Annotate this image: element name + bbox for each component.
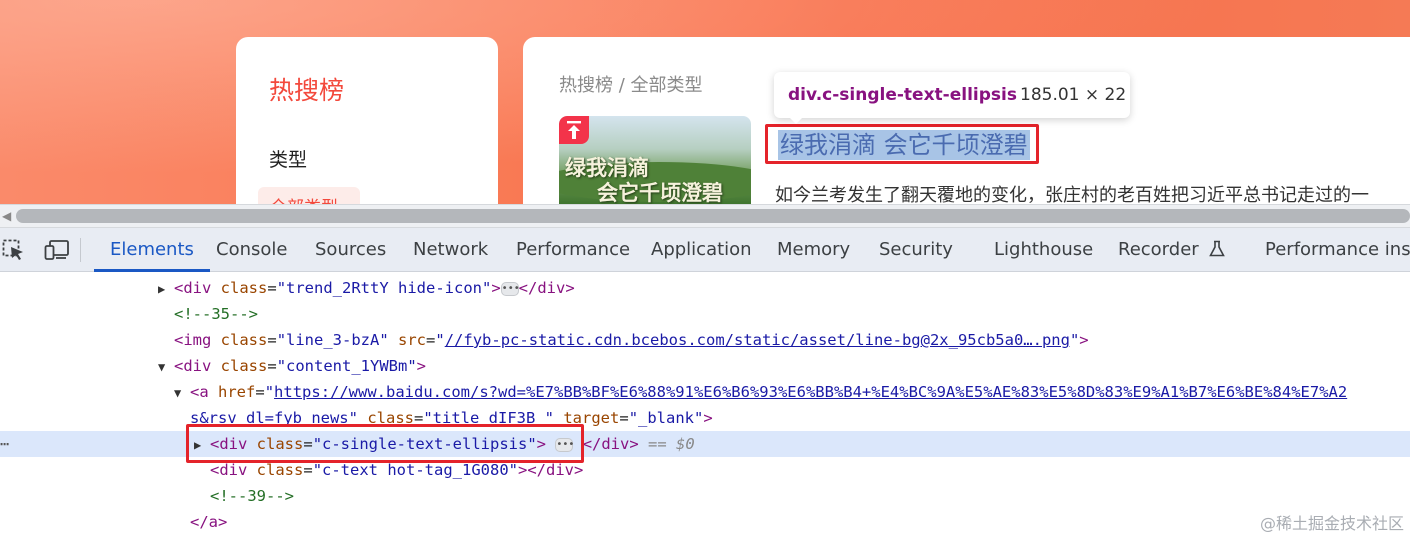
type-filter-all[interactable]: 全部类型	[258, 187, 360, 204]
dom-node-img[interactable]: <img class="line_3-bzA" src="//fyb-pc-st…	[0, 327, 1410, 353]
attr-name: href	[218, 383, 256, 401]
dom-node-anchor-end[interactable]: </a>	[0, 509, 1410, 535]
dom-highlight-box	[186, 424, 584, 463]
hot-list-card: 热搜榜 / 全部类型 绿我涓滴 会它千顷澄碧 绿我涓滴 会它千顷澄碧 如今兰考发…	[523, 37, 1410, 204]
tag-close: >	[518, 461, 528, 479]
tab-recorder-label: Recorder	[1118, 239, 1199, 260]
tag-close: >	[703, 409, 713, 427]
tooltip-element-size: 185.01 × 22	[1020, 85, 1127, 105]
attr-name: class	[220, 357, 268, 375]
tag-open: <a	[190, 383, 209, 401]
watermark: @稀土掘金技术社区	[1259, 514, 1404, 533]
tag-end: </div>	[527, 461, 584, 479]
tag-end: </div>	[582, 435, 639, 453]
inspected-element-highlight: 绿我涓滴 会它千顷澄碧	[765, 124, 1039, 164]
tab-memory[interactable]: Memory	[777, 228, 850, 272]
dom-comment-35[interactable]: <!--35-->	[0, 301, 1410, 327]
tab-recorder[interactable]: Recorder	[1118, 228, 1226, 272]
sidebar-title: 热搜榜	[269, 76, 345, 105]
type-label: 类型	[269, 149, 308, 171]
tab-application[interactable]: Application	[651, 228, 752, 272]
more-options-icon[interactable]: ⋯	[0, 431, 9, 457]
cut-off-line	[0, 272, 1410, 274]
expand-triangle-icon[interactable]: ▶	[158, 276, 174, 302]
dom-comment-39[interactable]: <!--39-->	[0, 483, 1410, 509]
collapsed-children-icon[interactable]: •••	[500, 281, 520, 296]
attr-value: "content_1YWBm"	[276, 357, 417, 375]
flask-icon	[1209, 240, 1226, 257]
tag-open: <img	[174, 331, 212, 349]
attr-name: src	[398, 331, 427, 349]
dom-node-anchor[interactable]: ▼ <a href="https://www.baidu.com/s?wd=%E7…	[0, 379, 1410, 405]
comment-text: <!--35-->	[174, 305, 258, 323]
console-ref-marker: == $0	[648, 435, 695, 453]
page-viewport: 热搜榜 类型 全部类型 热搜榜 / 全部类型 绿我涓滴 会它千顷澄碧 绿我涓滴 …	[0, 0, 1410, 204]
toolbar-divider	[80, 238, 81, 262]
tag-open: <div	[210, 461, 248, 479]
page-horizontal-scrollbar[interactable]: ◀	[0, 204, 1410, 228]
tab-security[interactable]: Security	[879, 228, 953, 272]
attr-name: class	[256, 461, 304, 479]
thumbnail-caption-2: 会它千顷澄碧	[597, 180, 723, 204]
attr-name: class	[220, 279, 268, 297]
dom-node-content[interactable]: ▼ <div class="content_1YWBm">	[0, 353, 1410, 379]
tab-sources[interactable]: Sources	[315, 228, 386, 272]
tooltip-arrow	[788, 116, 804, 124]
sidebar-card: 热搜榜 类型 全部类型	[236, 37, 498, 204]
tab-performance[interactable]: Performance	[516, 228, 630, 272]
tab-network[interactable]: Network	[413, 228, 488, 272]
attr-eq: =	[267, 279, 277, 297]
devtools-tabbar: Elements Console Sources Network Perform…	[0, 228, 1410, 272]
dom-node-trend[interactable]: ▶ <div class="trend_2RttY hide-icon">•••<…	[0, 275, 1410, 301]
tag-close: >	[416, 357, 427, 375]
breadcrumb: 热搜榜 / 全部类型	[559, 75, 703, 96]
comment-text: <!--39-->	[210, 487, 294, 505]
news-summary: 如今兰考发生了翻天覆地的变化，张庄村的老百姓把习近平总书记走过的一	[775, 185, 1369, 204]
tag-open: <div	[174, 279, 212, 297]
attr-value: "line_3-bzA"	[276, 331, 389, 349]
inspect-tooltip: div.c-single-text-ellipsis 185.01 × 22	[774, 72, 1130, 124]
news-thumbnail[interactable]: 绿我涓滴 会它千顷澄碧	[559, 116, 751, 204]
tag-close: >	[491, 279, 501, 297]
attr-value: "_blank"	[628, 409, 704, 427]
tag-open: <div	[174, 357, 212, 375]
tag-close: >	[1079, 331, 1089, 349]
collapse-triangle-icon[interactable]: ▼	[158, 354, 174, 380]
src-link[interactable]: //fyb-pc-static.cdn.bcebos.com/static/as…	[445, 331, 1070, 349]
quote: "	[1069, 331, 1080, 349]
scroll-left-icon[interactable]: ◀	[2, 209, 11, 223]
device-toolbar-icon[interactable]	[44, 239, 69, 261]
tag-end: </div>	[518, 279, 575, 297]
tab-lighthouse[interactable]: Lighthouse	[994, 228, 1093, 272]
scrollbar-thumb[interactable]	[16, 209, 1410, 223]
tab-performance-insights[interactable]: Performance insigh	[1265, 228, 1410, 272]
elements-dom-tree: ▶ <div class="trend_2RttY hide-icon">•••<…	[0, 272, 1410, 540]
tooltip-element-tag: div.c-single-text-ellipsis	[788, 85, 1017, 105]
attr-value: "c-text hot-tag_1G080"	[312, 461, 518, 479]
tag-end: </a>	[190, 513, 228, 531]
href-link[interactable]: https://www.baidu.com/s?wd=%E7%BB%BF%E6%…	[274, 383, 1347, 401]
quote: "	[435, 331, 445, 349]
collapse-triangle-icon[interactable]: ▼	[174, 380, 190, 406]
tab-elements[interactable]: Elements	[94, 228, 210, 272]
news-headline-link[interactable]: 绿我涓滴 会它千顷澄碧	[778, 130, 1030, 160]
pinned-top-icon	[559, 116, 589, 144]
attr-value: "trend_2RttY hide-icon"	[276, 279, 492, 297]
inspect-element-icon[interactable]	[2, 239, 26, 261]
attr-name: class	[220, 331, 268, 349]
tab-console[interactable]: Console	[216, 228, 287, 272]
